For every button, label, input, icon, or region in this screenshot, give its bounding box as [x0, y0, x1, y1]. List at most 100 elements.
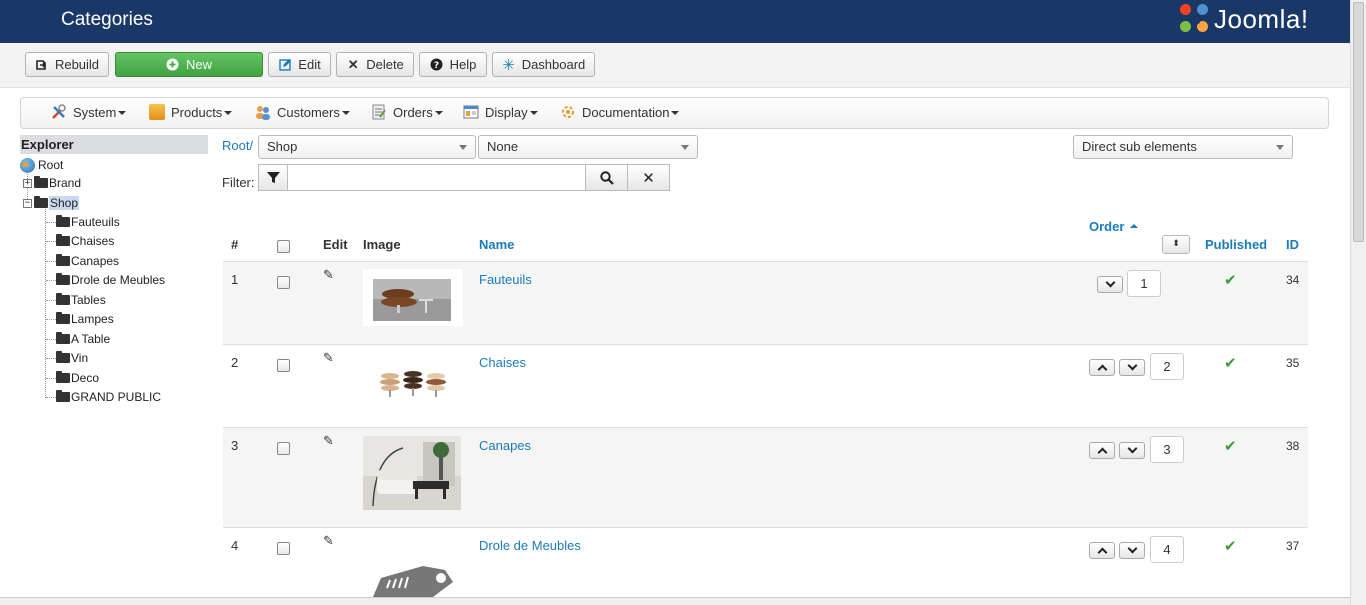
published-check-icon[interactable]: ✔ [1224, 271, 1237, 289]
order-input[interactable]: 4 [1150, 536, 1184, 563]
edit-pencil-icon[interactable]: ✎ [323, 268, 334, 283]
table-row: 2 ✎ Chaises 2 ✔ 35 [223, 345, 1308, 428]
joomla-logo[interactable]: Joomla! [1180, 2, 1309, 36]
filter-button[interactable] [258, 164, 288, 191]
chevron-down-icon [224, 111, 233, 115]
filter-input[interactable] [288, 164, 586, 191]
order-down-button[interactable] [1097, 276, 1123, 293]
order-input[interactable]: 1 [1127, 270, 1161, 297]
menu-documentation-label: Documentation [582, 104, 670, 120]
order-input[interactable]: 3 [1150, 436, 1184, 463]
globe-icon [20, 157, 35, 173]
tree-node-fauteuils[interactable]: Fauteuils [56, 213, 120, 231]
published-check-icon[interactable]: ✔ [1224, 354, 1237, 372]
tree-node-canapes[interactable]: Canapes [56, 252, 119, 270]
menu-documentation[interactable]: Documentation [560, 104, 680, 120]
tree-node-lampes[interactable]: Lampes [56, 310, 114, 328]
expand-icon[interactable]: + [23, 178, 32, 188]
col-header-name[interactable]: Name [479, 237, 514, 252]
tree-node-deco[interactable]: Deco [56, 369, 99, 387]
menu-display[interactable]: Display [463, 104, 538, 120]
row-name-link[interactable]: Fauteuils [479, 272, 532, 287]
order-up-button[interactable] [1089, 359, 1115, 376]
category-select[interactable]: Shop [258, 135, 476, 159]
order-down-button[interactable] [1119, 542, 1145, 559]
tree-label: Shop [49, 196, 80, 210]
folder-icon [56, 293, 70, 305]
edit-pencil-icon[interactable]: ✎ [323, 534, 334, 549]
tree-node-grand-public[interactable]: GRAND PUBLIC [56, 388, 161, 406]
tree-node-vin[interactable]: Vin [56, 349, 88, 367]
folder-icon [56, 234, 70, 246]
row-checkbox[interactable] [277, 542, 290, 555]
tree-node-drole-de-meubles[interactable]: Drole de Meubles [56, 271, 165, 289]
new-label: New [185, 57, 212, 72]
tree-label: Drole de Meubles [71, 273, 166, 287]
published-check-icon[interactable]: ✔ [1224, 537, 1237, 555]
tree-node-a-table[interactable]: A Table [56, 330, 110, 348]
select-all-checkbox[interactable] [277, 240, 290, 253]
search-button[interactable] [586, 164, 628, 191]
menu-products[interactable]: Products [149, 104, 233, 120]
row-checkbox[interactable] [277, 276, 290, 289]
row-checkbox[interactable] [277, 359, 290, 372]
help-button[interactable]: ? Help [419, 52, 487, 77]
col-header-edit: Edit [323, 237, 348, 252]
order-down-button[interactable] [1119, 442, 1145, 459]
breadcrumb-root-link[interactable]: Root/ [222, 138, 253, 153]
tree-node-chaises[interactable]: Chaises [56, 232, 114, 250]
tree-node-shop[interactable]: − Shop [23, 194, 80, 212]
menu-system[interactable]: System [51, 104, 127, 120]
order-up-button[interactable] [1089, 542, 1115, 559]
edit-button[interactable]: Edit [268, 52, 331, 77]
row-name-link[interactable]: Drole de Meubles [479, 538, 581, 553]
order-up-button[interactable] [1089, 442, 1115, 459]
delete-label: Delete [366, 57, 404, 72]
tree-node-tables[interactable]: Tables [56, 291, 106, 309]
tree-label: Chaises [71, 234, 115, 248]
price-tag-icon [363, 556, 459, 597]
dashboard-label: Dashboard [521, 57, 586, 72]
menu-orders[interactable]: Orders [371, 104, 443, 120]
row-name-link[interactable]: Chaises [479, 355, 526, 370]
new-button[interactable]: New [115, 52, 263, 77]
row-id: 37 [1286, 539, 1300, 553]
tree-node-brand[interactable]: + Brand [23, 174, 81, 192]
folder-icon [56, 312, 70, 324]
help-label: Help [449, 57, 477, 72]
order-down-button[interactable] [1119, 359, 1145, 376]
col-header-id[interactable]: ID [1286, 237, 1299, 252]
collapse-icon[interactable]: − [23, 198, 32, 208]
row-name-link[interactable]: Canapes [479, 438, 531, 453]
tree-label: Lampes [71, 312, 114, 326]
col-header-published[interactable]: Published [1205, 237, 1267, 252]
scope-select[interactable]: Direct sub elements [1073, 135, 1293, 159]
vertical-scrollbar[interactable] [1350, 0, 1366, 605]
rebuild-button[interactable]: Rebuild [25, 52, 109, 77]
row-id: 38 [1286, 439, 1300, 453]
col-header-order[interactable]: Order [1089, 219, 1139, 234]
edit-pencil-icon[interactable]: ✎ [323, 351, 334, 366]
display-icon [463, 104, 479, 120]
dashboard-button[interactable]: ✳ Dashboard [492, 52, 595, 77]
save-order-button[interactable]: ⬍ [1162, 235, 1190, 254]
menu-products-label: Products [171, 104, 223, 120]
products-icon [149, 104, 165, 120]
published-check-icon[interactable]: ✔ [1224, 437, 1237, 455]
order-label: Order [1089, 219, 1125, 234]
scrollbar-thumb[interactable] [1353, 2, 1364, 242]
chevron-up-icon [1097, 447, 1107, 458]
menu-customers[interactable]: Customers [255, 104, 350, 120]
row-checkbox[interactable] [277, 442, 290, 455]
order-input[interactable]: 2 [1150, 353, 1184, 380]
folder-icon [56, 273, 70, 285]
folder-icon [56, 351, 70, 363]
edit-pencil-icon[interactable]: ✎ [323, 434, 334, 449]
delete-button[interactable]: ✕ Delete [336, 52, 414, 77]
horizontal-scrollbar[interactable] [0, 597, 1350, 605]
row-num: 4 [231, 538, 239, 553]
category-select-value: Shop [267, 139, 298, 154]
secondary-select[interactable]: None [478, 135, 698, 159]
clear-filter-button[interactable]: ✕ [628, 164, 670, 191]
tree-node-root[interactable]: Root [20, 156, 63, 174]
